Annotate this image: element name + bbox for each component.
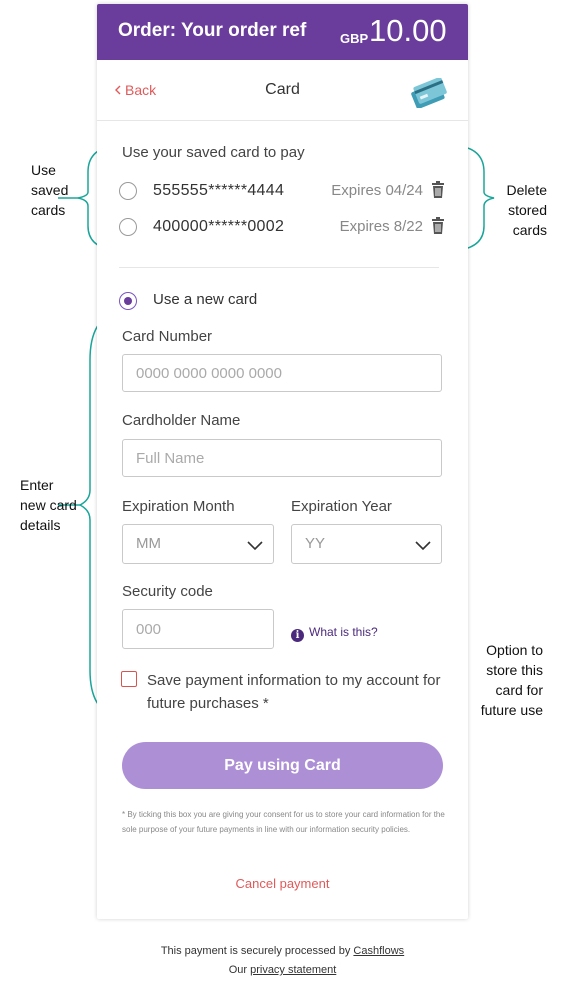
order-title: Order: Your order ref bbox=[118, 20, 307, 41]
cardholder-name-label: Cardholder Name bbox=[122, 412, 241, 429]
credit-card-icon bbox=[407, 77, 451, 113]
expiration-month-label: Expiration Month bbox=[122, 498, 235, 515]
card-number-label: Card Number bbox=[122, 328, 213, 345]
saved-card-number: 400000******0002 bbox=[153, 218, 285, 235]
saved-card-radio[interactable] bbox=[119, 182, 137, 200]
save-payment-label: Save payment information to my account f… bbox=[147, 672, 441, 712]
annotation-line: cards bbox=[31, 202, 66, 218]
saved-card-row[interactable]: 400000******0002 Expires 8/22 bbox=[119, 216, 449, 242]
saved-card-row[interactable]: 555555******4444 Expires 04/24 bbox=[119, 180, 449, 206]
saved-cards-heading: Use your saved card to pay bbox=[122, 144, 305, 161]
expiration-month-select[interactable]: MM bbox=[122, 524, 274, 564]
saved-card-radio[interactable] bbox=[119, 218, 137, 236]
annotation-line: details bbox=[20, 517, 61, 533]
section-divider bbox=[119, 267, 439, 268]
what-is-this-label: What is this? bbox=[309, 625, 378, 639]
privacy-prefix: Our bbox=[228, 964, 251, 976]
consent-text: * By ticking this box you are giving you… bbox=[122, 810, 445, 834]
annotation-line: Enter bbox=[20, 477, 54, 493]
expiration-year-label: Expiration Year bbox=[291, 498, 392, 515]
security-code-label: Security code bbox=[122, 583, 213, 600]
new-card-label: Use a new card bbox=[153, 291, 258, 308]
processed-by-text: This payment is securely processed by Ca… bbox=[0, 945, 565, 957]
trash-icon[interactable] bbox=[431, 181, 445, 204]
privacy-text: Our privacy statement bbox=[0, 964, 565, 976]
annotation-line: stored bbox=[508, 202, 547, 218]
new-card-radio[interactable] bbox=[119, 292, 137, 310]
order-header: Order: Your order ref GBP 10.00 bbox=[97, 4, 468, 60]
cardholder-name-input[interactable] bbox=[122, 439, 442, 477]
annotation-line: Delete bbox=[506, 182, 547, 198]
security-code-input[interactable] bbox=[122, 609, 274, 649]
annotation-line: store this bbox=[486, 662, 543, 678]
chevron-down-icon bbox=[247, 538, 263, 555]
page-subheader: Back Card bbox=[97, 60, 468, 121]
annotation-line: cards bbox=[512, 222, 547, 238]
annotation-line: new card bbox=[20, 497, 77, 513]
annotation-line: saved bbox=[31, 182, 69, 198]
expiration-year-select[interactable]: YY bbox=[291, 524, 442, 564]
cancel-payment-link[interactable]: Cancel payment bbox=[97, 876, 468, 891]
privacy-statement-link[interactable]: privacy statement bbox=[250, 964, 336, 976]
annotation-line: Use bbox=[31, 162, 56, 178]
order-amount: 10.00 bbox=[369, 13, 447, 48]
processed-prefix: This payment is securely processed by bbox=[160, 945, 354, 957]
saved-card-number: 555555******4444 bbox=[153, 182, 285, 199]
annotation-new-card: Enter new card details bbox=[20, 475, 77, 535]
annotation-line: future use bbox=[480, 702, 543, 718]
currency-code: GBP bbox=[340, 31, 369, 46]
annotation-line: Option to bbox=[486, 642, 543, 658]
save-payment-checkbox[interactable] bbox=[121, 671, 137, 687]
trash-icon[interactable] bbox=[431, 217, 445, 240]
card-number-input[interactable] bbox=[122, 354, 442, 392]
pay-button[interactable]: Pay using Card bbox=[122, 742, 443, 789]
saved-card-expiry: Expires 04/24 bbox=[331, 182, 423, 199]
cashflows-link[interactable]: Cashflows bbox=[353, 945, 404, 957]
expiration-year-value: YY bbox=[305, 535, 326, 552]
info-icon: i bbox=[291, 629, 304, 642]
annotation-saved-cards: Use saved cards bbox=[31, 160, 68, 220]
annotation-delete-cards: Delete stored cards bbox=[495, 180, 547, 240]
payment-card-panel: Order: Your order ref GBP 10.00 Back Car… bbox=[97, 4, 468, 919]
expiration-month-value: MM bbox=[136, 535, 161, 552]
annotation-store-option: Option to store this card for future use bbox=[465, 640, 543, 720]
chevron-down-icon bbox=[415, 538, 431, 555]
what-is-this-link[interactable]: i What is this? bbox=[291, 625, 378, 642]
annotation-line: card for bbox=[495, 682, 543, 698]
saved-card-expiry: Expires 8/22 bbox=[339, 218, 423, 235]
